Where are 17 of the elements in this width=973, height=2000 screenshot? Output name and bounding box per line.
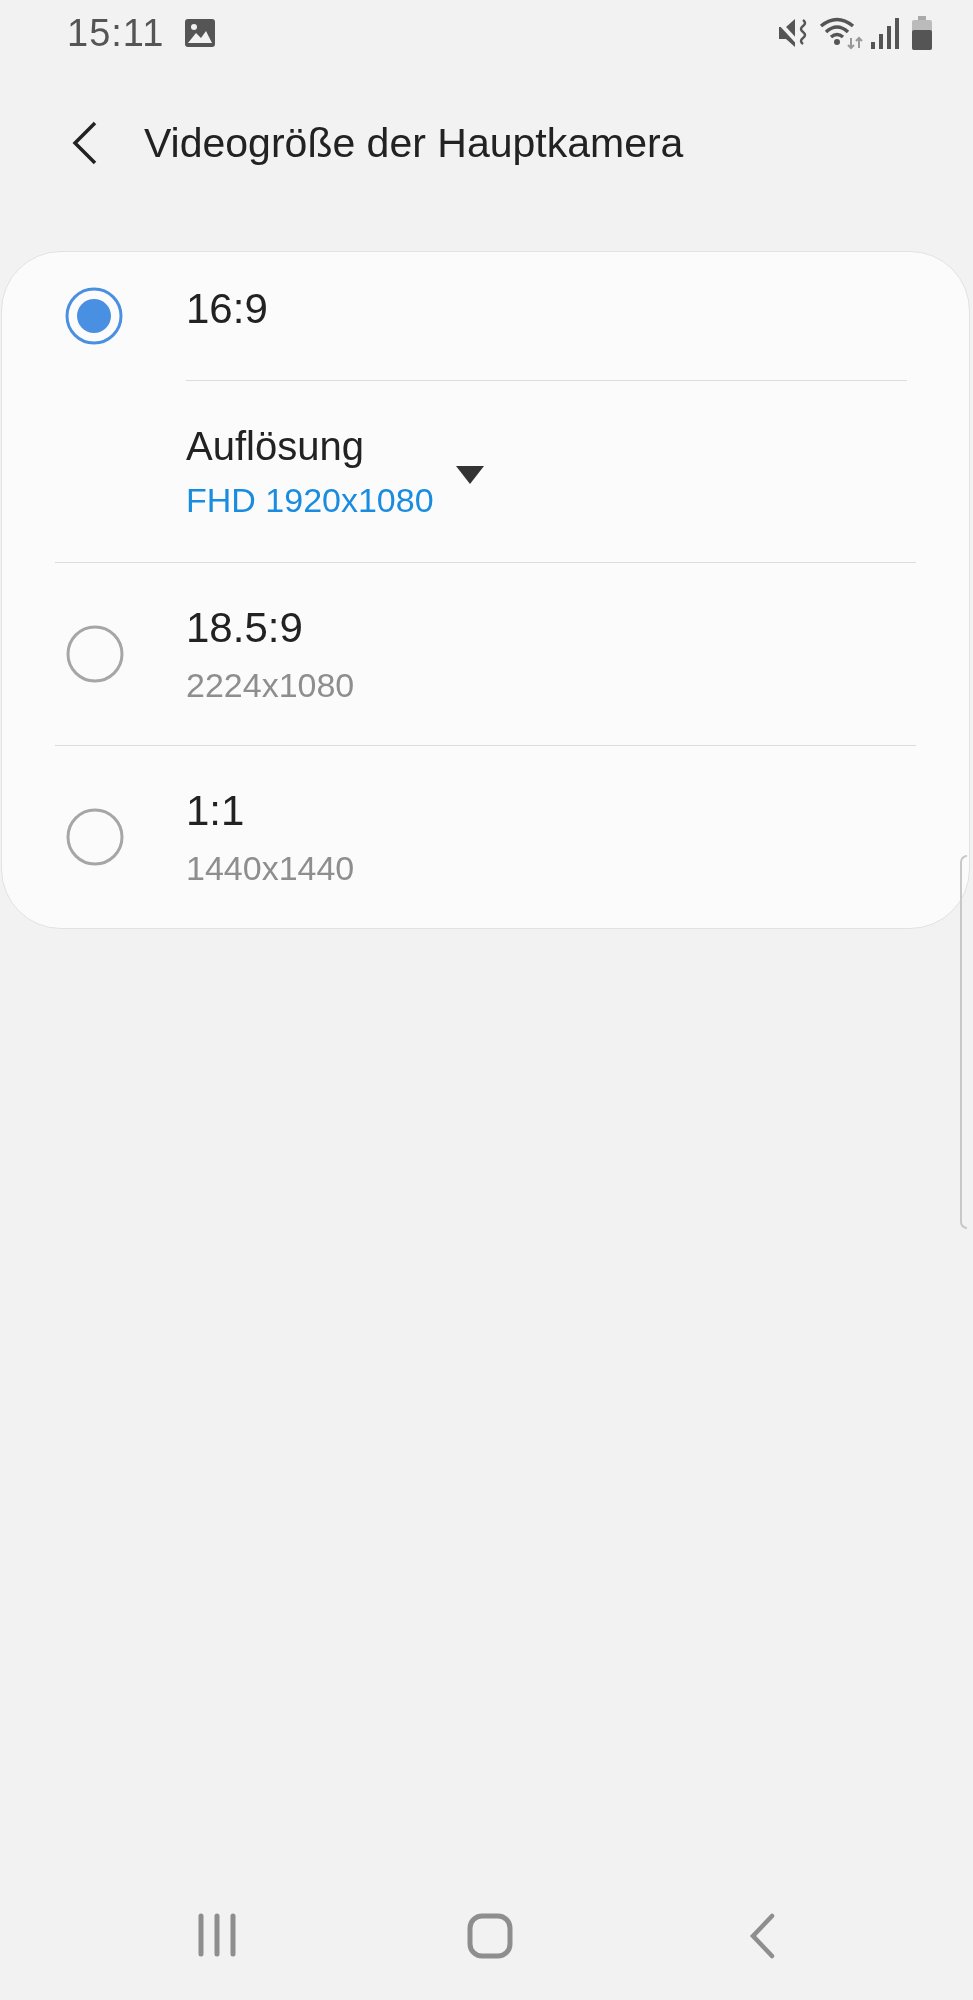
radio-button[interactable] — [66, 625, 124, 683]
option-detail: 1440x1440 — [186, 848, 355, 888]
resolution-dropdown[interactable]: Auflösung FHD 1920x1080 — [186, 423, 484, 520]
signal-icon — [869, 16, 899, 50]
option-label[interactable]: 1:1 — [186, 786, 355, 835]
wifi-icon — [819, 16, 863, 50]
dropdown-arrow-icon — [455, 465, 484, 484]
battery-icon — [911, 15, 933, 51]
status-time: 15:11 — [67, 11, 165, 55]
option-label[interactable]: 18.5:9 — [186, 603, 355, 652]
option-detail: 2224x1080 — [186, 665, 355, 705]
radio-button[interactable] — [66, 808, 124, 866]
image-icon — [184, 18, 217, 48]
home-button[interactable] — [467, 1913, 513, 1962]
page-title: Videogröße der Hauptkamera — [144, 119, 684, 167]
radio-button[interactable] — [65, 287, 123, 345]
option-label[interactable]: 16:9 — [186, 285, 268, 333]
